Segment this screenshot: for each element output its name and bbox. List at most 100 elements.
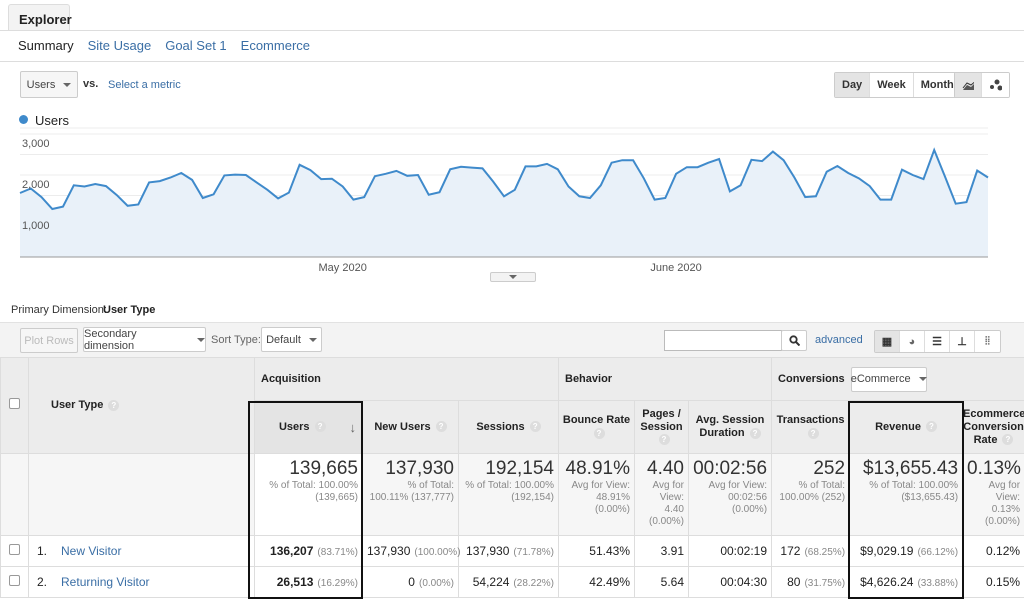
total-subtext: % of Total: 100.00% (252)	[779, 480, 846, 503]
sort-type-select[interactable]: Default	[261, 327, 322, 352]
help-icon[interactable]: ?	[108, 399, 120, 411]
subnav-summary[interactable]: Summary	[18, 38, 74, 53]
dimension-link[interactable]: New Visitor	[61, 544, 121, 558]
totals-spacer	[28, 453, 255, 536]
column-header[interactable]: Transactions?	[771, 400, 851, 454]
search-button[interactable]	[781, 330, 807, 351]
table-cell: 172 (68.25%)	[771, 535, 851, 567]
cell-percent: (0.00%)	[418, 578, 454, 589]
row-number: 2.	[37, 575, 48, 589]
select-all-checkbox[interactable]	[9, 398, 20, 409]
subnav-goal-set-1[interactable]: Goal Set 1	[165, 38, 226, 53]
tab-explorer[interactable]: Explorer	[8, 4, 72, 31]
help-icon[interactable]: ?	[807, 427, 819, 439]
x-tick-label: May 2020	[319, 262, 367, 274]
help-icon[interactable]: ?	[1002, 434, 1014, 446]
help-icon[interactable]: ?	[435, 421, 447, 433]
help-icon[interactable]: ?	[529, 421, 541, 433]
y-tick-label: 2,000	[22, 179, 50, 191]
total-value: $13,655.43	[862, 458, 959, 479]
group-behavior: Behavior	[557, 357, 773, 401]
subnav-ecommerce[interactable]: Ecommerce	[241, 38, 310, 53]
cell-value: 00:02:19	[720, 544, 768, 558]
table-search-input[interactable]	[664, 330, 782, 351]
table-row: 1. New Visitor 136,207 (83.71%) 137,930 (100.…	[0, 535, 1024, 567]
column-header[interactable]: Sessions?	[458, 400, 559, 454]
column-header[interactable]: Bounce Rate?	[558, 400, 635, 454]
cell-value: 51.43%	[589, 544, 630, 558]
column-header[interactable]: Revenue?	[849, 400, 964, 454]
totals-cell: 252% of Total: 100.00% (252)	[771, 453, 851, 536]
table-cell: 54,224 (28.22%)	[458, 566, 559, 598]
primary-dimension-value[interactable]: User Type	[103, 304, 155, 316]
week-button[interactable]: Week	[870, 73, 914, 97]
total-subtext: % of Total: 100.11% (137,777)	[369, 480, 454, 503]
cell-value: 172	[780, 544, 801, 558]
line-chart-icon[interactable]	[955, 73, 982, 97]
total-value: 139,665	[289, 458, 358, 479]
cell-value: 0.12%	[986, 544, 1021, 558]
pie-view-icon[interactable]: ◕	[900, 331, 925, 352]
column-header-label: Ecommerce Conversion Rate	[963, 407, 1024, 446]
help-icon[interactable]: ?	[925, 421, 937, 433]
chevron-down-icon	[308, 337, 317, 342]
sort-type-label: Sort Type:	[211, 334, 261, 346]
bar-view-icon[interactable]: ☰	[925, 331, 950, 352]
advanced-filter-link[interactable]: advanced	[815, 334, 863, 346]
grid-view-icon[interactable]: ▦	[875, 331, 900, 352]
select-metric-link[interactable]: Select a metric	[108, 79, 181, 91]
help-icon[interactable]: ?	[314, 421, 326, 433]
divider	[0, 61, 1024, 62]
cell-value: 3.91	[660, 544, 684, 558]
plot-rows-button[interactable]: Plot Rows	[20, 328, 78, 353]
collapse-chart-button[interactable]	[490, 272, 536, 282]
table-cell: 80 (31.75%)	[771, 566, 851, 598]
metric-select[interactable]: Users	[20, 71, 78, 98]
table-cell: 00:02:19	[687, 535, 773, 567]
column-header-label: Users	[278, 420, 310, 433]
cell-value: 0	[408, 575, 415, 589]
secondary-dimension-label: Secondary dimension	[84, 327, 137, 352]
row-checkbox[interactable]	[9, 575, 20, 586]
secondary-dimension-select[interactable]: Secondary dimension	[83, 327, 206, 352]
table-cell: 0.12%	[962, 535, 1024, 567]
day-button[interactable]: Day	[835, 73, 871, 97]
dimension-header[interactable]: User Type	[51, 399, 103, 411]
table-cell: 137,930 (71.78%)	[458, 535, 559, 567]
cell-percent: (68.25%)	[804, 547, 846, 558]
column-header[interactable]: Avg. Session Duration?	[687, 400, 773, 454]
totals-cell: $13,655.43% of Total: 100.00% ($13,655.4…	[849, 453, 964, 536]
column-header[interactable]: Users? ↓	[254, 400, 363, 454]
table-cell: 3.91	[634, 535, 689, 567]
cell-percent: (31.75%)	[804, 578, 846, 589]
conversions-select[interactable]: eCommerce	[850, 366, 927, 392]
pivot-view-icon[interactable]: ⦙⦙	[975, 331, 1000, 352]
cell-percent: (71.78%)	[513, 547, 554, 558]
column-header[interactable]: New Users?	[362, 400, 459, 454]
group-conversions: Conversions eCommerce	[771, 357, 1024, 401]
comparison-view-icon[interactable]: ⊥	[950, 331, 975, 352]
column-header-label: Transactions	[776, 414, 845, 426]
group-acquisition: Acquisition	[254, 357, 559, 401]
cell-percent: (28.22%)	[513, 578, 554, 589]
help-icon[interactable]: ?	[593, 427, 605, 439]
table-cell: 0.15%	[962, 566, 1024, 598]
motion-chart-icon[interactable]	[982, 73, 1009, 97]
subnav-site-usage[interactable]: Site Usage	[88, 38, 152, 53]
column-header[interactable]: Pages / Session?	[634, 400, 689, 454]
total-value: 4.40	[647, 458, 684, 479]
total-subtext: Avg for View: 48.91% (0.00%)	[571, 480, 630, 515]
dimension-link[interactable]: Returning Visitor	[61, 575, 150, 589]
cell-value: $9,029.19	[860, 544, 914, 558]
row-checkbox[interactable]	[9, 544, 20, 555]
total-value: 137,930	[385, 458, 454, 479]
total-subtext: Avg for View: 4.40 (0.00%)	[648, 480, 684, 527]
table-cell: 00:04:30	[687, 566, 773, 598]
cell-value: 42.49%	[589, 575, 630, 589]
column-header[interactable]: Ecommerce Conversion Rate?	[962, 400, 1024, 454]
help-icon[interactable]: ?	[749, 427, 761, 439]
divider	[0, 30, 1024, 31]
group-conversions-label: Conversions	[778, 372, 845, 385]
help-icon[interactable]: ?	[658, 434, 670, 446]
sort-desc-icon[interactable]: ↓	[350, 421, 357, 434]
